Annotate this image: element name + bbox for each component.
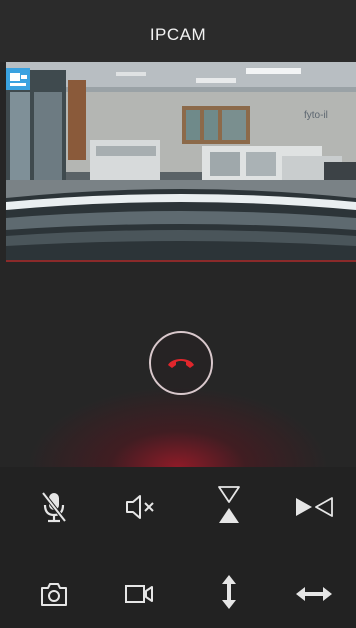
- flip-horizontal-button[interactable]: [292, 485, 336, 529]
- page-title: IPCAM: [149, 25, 207, 44]
- snapshot-button[interactable]: [32, 572, 76, 616]
- phone-hangup-icon: [168, 359, 194, 368]
- video-frame: fyto-il: [6, 62, 356, 260]
- app-header: IPCAM: [0, 0, 356, 62]
- record-video-icon: [125, 585, 153, 603]
- pan-vertical-icon: [222, 575, 236, 609]
- flip-vertical-button[interactable]: [207, 483, 251, 527]
- pan-horizontal-icon: [296, 587, 332, 601]
- camera-badge-icon: [6, 68, 30, 90]
- flip-horizontal-icon: [296, 497, 333, 517]
- mic-off-icon: [41, 491, 67, 523]
- pan-vertical-button[interactable]: [207, 570, 251, 614]
- live-video-feed[interactable]: fyto-il: [6, 62, 356, 262]
- snapshot-icon: [41, 583, 67, 606]
- svg-text:fyto-il: fyto-il: [304, 110, 328, 121]
- record-video-button[interactable]: [117, 572, 161, 616]
- mute-mic-button[interactable]: [32, 485, 76, 529]
- speaker-mute-icon: [126, 495, 154, 519]
- mute-speaker-button[interactable]: [117, 485, 161, 529]
- flip-vertical-icon: [218, 486, 240, 523]
- hangup-button[interactable]: [149, 331, 213, 395]
- pan-horizontal-button[interactable]: [292, 572, 336, 616]
